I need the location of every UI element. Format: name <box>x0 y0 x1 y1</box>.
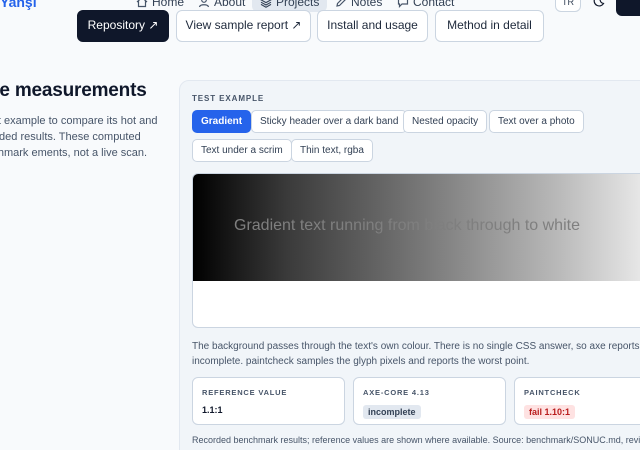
brand-logo-text[interactable]: Yanşı <box>0 0 37 10</box>
chip-sticky-header[interactable]: Sticky header over a dark band <box>251 110 408 133</box>
test-example-card: TEST EXAMPLE Gradient Sticky header over… <box>179 80 640 450</box>
repository-button[interactable]: Repository ↗ <box>77 10 169 42</box>
axe-core-label: AXE-CORE 4.13 <box>363 388 430 397</box>
theme-toggle-button[interactable] <box>592 0 606 8</box>
paintcheck-status-badge: fail 1.10:1 <box>524 405 576 419</box>
user-icon <box>198 0 210 8</box>
card-eyebrow: TEST EXAMPLE <box>192 94 265 103</box>
method-in-detail-button[interactable]: Method in detail <box>435 10 544 42</box>
reference-value-label: REFERENCE VALUE <box>202 388 288 397</box>
section-description: a test example to compare its hot and re… <box>0 115 158 159</box>
action-buttons: Repository ↗ View sample report ↗ Instal… <box>0 10 640 42</box>
layers-icon <box>260 0 272 8</box>
avatar-initials: TR <box>562 0 574 7</box>
intro-section: he measurements a test example to compar… <box>0 80 170 161</box>
chip-text-over-photo[interactable]: Text over a photo <box>489 110 584 133</box>
chip-gradient[interactable]: Gradient <box>192 110 252 133</box>
benchmark-footnote: Recorded benchmark results; reference va… <box>192 435 640 445</box>
reference-value-box: REFERENCE VALUE 1.1:1 <box>192 377 345 425</box>
paintcheck-result-box: PAINTCHECK fail 1.10:1 <box>514 377 640 425</box>
reference-value: 1.1:1 <box>202 405 223 415</box>
nav-home-label: Home <box>152 0 185 9</box>
chip-thin-text-rgba[interactable]: Thin text, rgba <box>291 139 373 162</box>
pen-icon <box>336 0 346 7</box>
nav-notes-label: Notes <box>351 0 383 9</box>
preview-sample-text: Gradient text running from black through… <box>234 217 580 234</box>
home-icon <box>136 0 148 8</box>
nav-projects-label: Projects <box>276 0 320 9</box>
install-and-usage-button[interactable]: Install and usage <box>317 10 428 42</box>
axe-core-status-badge: incomplete <box>363 405 421 419</box>
chip-nested-opacity[interactable]: Nested opacity <box>403 110 488 133</box>
nav-contact-label: Contact <box>413 0 455 9</box>
axe-core-result-box: AXE-CORE 4.13 incomplete <box>353 377 506 425</box>
chat-icon <box>397 0 409 8</box>
section-heading: he measurements <box>0 80 147 101</box>
moon-icon <box>593 0 605 7</box>
nav-about-label: About <box>214 0 246 9</box>
chip-text-under-scrim[interactable]: Text under a scrim <box>192 139 292 162</box>
view-sample-report-button[interactable]: View sample report ↗ <box>176 10 311 42</box>
example-preview: Gradient text running from black through… <box>192 173 640 328</box>
paintcheck-label: PAINTCHECK <box>524 388 581 397</box>
example-explanation: The background passes through the text's… <box>192 341 640 367</box>
